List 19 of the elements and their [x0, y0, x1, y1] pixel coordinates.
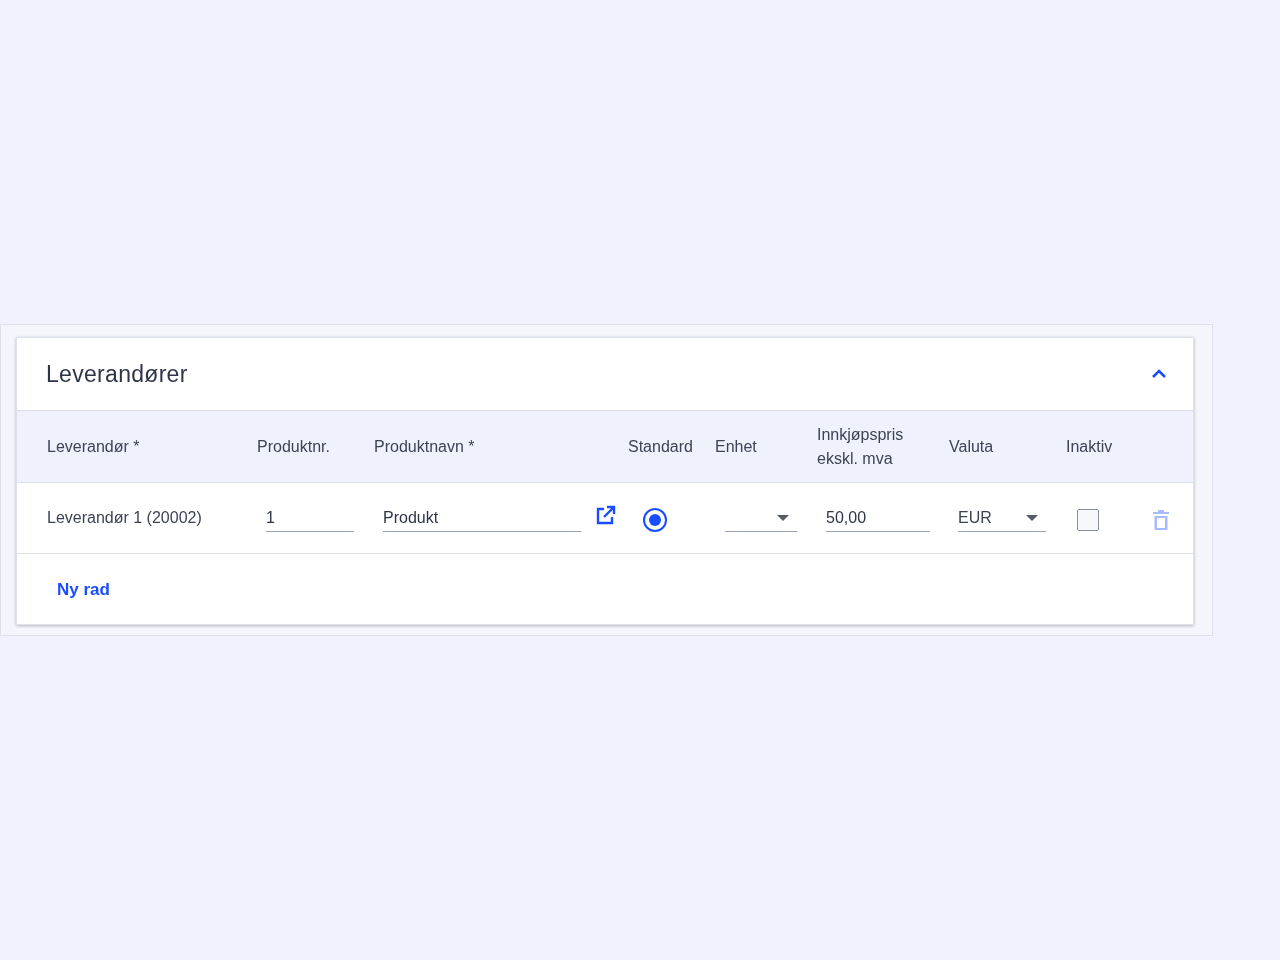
dropdown-caret-icon	[1026, 514, 1038, 521]
column-header: Inaktiv	[1066, 436, 1114, 457]
column-header: Produktnavn *	[374, 436, 476, 457]
column-header: Enhet	[715, 436, 758, 457]
product-number-field[interactable]: 1	[266, 504, 354, 532]
section-title: Leverandører	[46, 360, 188, 388]
column-header: Produktnr.	[257, 436, 331, 457]
collapse-button[interactable]	[1151, 369, 1167, 379]
column-header: Innkjøpspris ekskl. mva	[817, 424, 905, 469]
price-field[interactable]: 50,00	[826, 504, 930, 532]
supplier-cell: Leverandør 1 (20002)	[47, 509, 202, 527]
currency-select[interactable]: EUR	[958, 504, 1046, 532]
product-name-field[interactable]: Produkt	[383, 504, 581, 532]
column-header: Valuta	[949, 436, 995, 457]
new-row-link[interactable]: Ny rad	[57, 580, 110, 600]
standard-radio[interactable]	[643, 508, 667, 532]
column-header: Leverandør *	[47, 436, 141, 457]
dropdown-caret-icon	[777, 514, 789, 521]
column-header: Standard	[628, 436, 694, 457]
